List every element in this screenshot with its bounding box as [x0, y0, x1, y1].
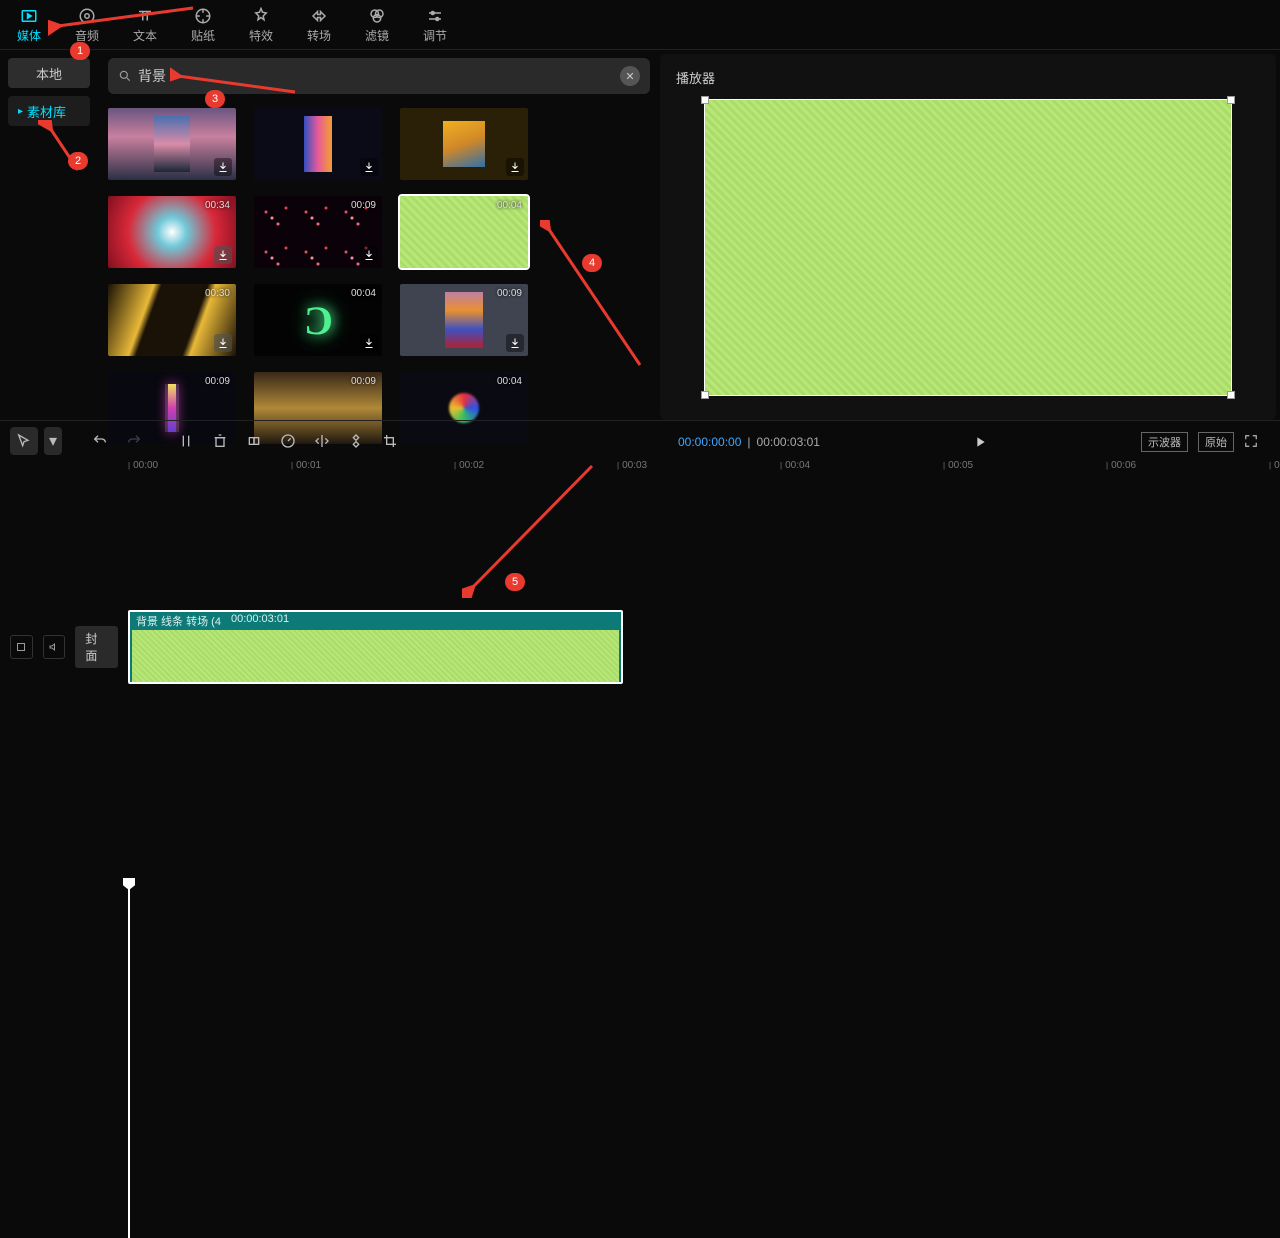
nav-effects[interactable]: 特效	[232, 0, 290, 50]
media-thumb[interactable]	[254, 108, 382, 180]
pointer-dropdown[interactable]: ▾	[44, 427, 62, 455]
clip-duration: 00:00:03:01	[231, 613, 289, 629]
search-icon	[118, 69, 132, 83]
timeline: ▾ 00:00 00:01 00:02 00:03 00:04 00:05 00…	[0, 420, 1280, 950]
media-thumb[interactable]: 00:09	[254, 196, 382, 268]
annotation-badge-2: 2	[68, 152, 88, 170]
media-thumb[interactable]: 00:34	[108, 196, 236, 268]
download-icon[interactable]	[506, 158, 524, 176]
nav-adjust-label: 调节	[423, 27, 447, 44]
nav-transition-label: 转场	[307, 27, 331, 44]
crop-button[interactable]	[376, 427, 404, 455]
clip-preview	[132, 630, 619, 682]
media-thumb[interactable]: 00:09	[400, 284, 528, 356]
nav-transition[interactable]: 转场	[290, 0, 348, 50]
media-thumb[interactable]: 00:04	[254, 284, 382, 356]
undo-button[interactable]	[86, 427, 114, 455]
media-sidebar: 本地 ▸素材库	[0, 50, 98, 420]
video-track: 封面 背景 线条 转场 (4 00:00:03:01	[0, 610, 1280, 684]
media-thumb[interactable]	[400, 108, 528, 180]
timeline-clip[interactable]: 背景 线条 转场 (4 00:00:03:01	[128, 610, 623, 684]
annotation-badge-5: 5	[505, 573, 525, 591]
resize-handle[interactable]	[701, 96, 709, 104]
nav-media-label: 媒体	[17, 27, 41, 44]
track-toggle-icon[interactable]	[10, 635, 33, 659]
annotation-arrow-4	[540, 220, 650, 370]
media-thumb[interactable]	[108, 108, 236, 180]
mirror-button[interactable]	[308, 427, 336, 455]
media-thumb[interactable]: 00:30	[108, 284, 236, 356]
resize-handle[interactable]	[701, 391, 709, 399]
transition-icon	[310, 7, 328, 25]
crop-ratio-button[interactable]	[240, 427, 268, 455]
download-icon[interactable]	[214, 158, 232, 176]
downloaded-icon[interactable]	[214, 334, 232, 352]
sidebar-local[interactable]: 本地	[8, 58, 90, 88]
playhead[interactable]	[128, 878, 130, 1238]
nav-filter[interactable]: 滤镜	[348, 0, 406, 50]
filter-icon	[368, 7, 386, 25]
annotation-arrow-3	[170, 62, 300, 102]
pointer-tool[interactable]	[10, 427, 38, 455]
resize-handle[interactable]	[1227, 96, 1235, 104]
annotation-badge-1: 1	[70, 42, 90, 60]
chevron-right-icon: ▸	[18, 106, 23, 117]
timeline-toolbar: ▾	[0, 420, 1280, 460]
annotation-arrow-5	[462, 458, 602, 598]
media-thumb-selected[interactable]: 00:04	[400, 196, 528, 268]
download-icon[interactable]	[506, 334, 524, 352]
split-button[interactable]	[172, 427, 200, 455]
download-icon[interactable]	[360, 158, 378, 176]
annotation-badge-4: 4	[582, 254, 602, 272]
annotation-arrow-1	[48, 0, 198, 38]
media-icon	[20, 7, 38, 25]
download-icon[interactable]	[360, 246, 378, 264]
annotation-arrow-2	[38, 120, 88, 180]
adjust-icon	[426, 7, 444, 25]
delete-button[interactable]	[206, 427, 234, 455]
preview-canvas[interactable]	[704, 99, 1232, 396]
player-panel: 播放器 00:00:00:00 | 00:00:03:01 示波器 原始	[660, 54, 1276, 420]
clip-header: 背景 线条 转场 (4 00:00:03:01	[130, 612, 621, 630]
downloaded-icon[interactable]	[214, 246, 232, 264]
tracks: 封面 背景 线条 转场 (4 00:00:03:01	[0, 610, 1280, 950]
track-header: 封面	[0, 626, 128, 668]
clear-search-button[interactable]: ✕	[620, 66, 640, 86]
nav-effects-label: 特效	[249, 27, 273, 44]
cover-button[interactable]: 封面	[75, 626, 118, 668]
timeline-ruler[interactable]: 00:00 00:01 00:02 00:03 00:04 00:05 00:0…	[128, 460, 1280, 480]
download-icon[interactable]	[360, 334, 378, 352]
effects-icon	[252, 7, 270, 25]
redo-button[interactable]	[120, 427, 148, 455]
nav-filter-label: 滤镜	[365, 27, 389, 44]
rotate-button[interactable]	[342, 427, 370, 455]
resize-handle[interactable]	[1227, 391, 1235, 399]
annotation-badge-3: 3	[205, 90, 225, 108]
nav-adjust[interactable]: 调节	[406, 0, 464, 50]
clip-name: 背景 线条 转场 (4	[136, 613, 221, 629]
track-mute-icon[interactable]	[43, 635, 66, 659]
player-title: 播放器	[672, 62, 1264, 93]
speed-button[interactable]	[274, 427, 302, 455]
